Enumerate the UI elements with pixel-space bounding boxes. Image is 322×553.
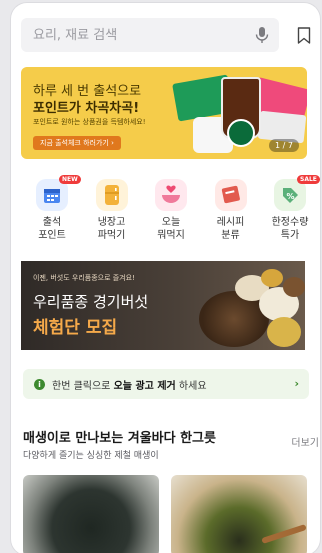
svg-text:%: % — [286, 192, 294, 201]
banner-cta-button[interactable]: 지금 출석체크 하러가기 › — [33, 136, 121, 150]
chevron-right-icon: › — [294, 377, 299, 390]
category-label: 한정수량 특가 — [271, 217, 309, 241]
app-screen: 하루 세 번 출석으로 포인트가 차곡차곡! 포인트로 원하는 상품권을 득템하… — [11, 3, 320, 553]
category-menu: NEW 출석 포인트 냉장고 파먹기 오늘 뭐먹지 레시피 분류 % SALE … — [27, 175, 320, 249]
category-label: 레시피 분류 — [216, 217, 245, 241]
category-sale[interactable]: % SALE 한정수량 특가 — [265, 175, 320, 249]
search-input[interactable] — [21, 18, 231, 52]
ad-remove-notice[interactable]: i 한번 클릭으로 오늘 광고 제거 하세요 › — [23, 369, 309, 399]
category-today[interactable]: 오늘 뭐먹지 — [146, 179, 196, 249]
sale-badge: SALE — [297, 175, 320, 184]
promo-line1: 이젠, 버섯도 우리품종으로 즐겨요! — [33, 274, 135, 282]
section-title: 매생이로 만나보는 겨울바다 한그릇 — [23, 431, 216, 446]
notice-text: 한번 클릭으로 오늘 광고 제거 하세요 — [52, 380, 207, 392]
mic-icon[interactable] — [255, 27, 269, 43]
section-subtitle: 다양하게 즐기는 싱싱한 제철 매생이 — [23, 451, 159, 461]
recipe-thumbnail[interactable] — [171, 475, 307, 553]
banner-line2: 포인트가 차곡차곡! — [33, 101, 140, 116]
search-box[interactable] — [21, 18, 279, 52]
new-badge: NEW — [59, 175, 81, 184]
mushroom-image — [261, 269, 283, 287]
promo-line3: 체험단 모집 — [33, 318, 118, 338]
recipe-thumbnail[interactable] — [23, 475, 159, 553]
category-recipe[interactable]: 레시피 분류 — [206, 179, 256, 249]
heart-bowl-icon — [155, 179, 187, 211]
search-row — [21, 18, 317, 52]
banner-page-counter: 1 / 7 — [269, 139, 299, 152]
coffee-logo-image — [227, 119, 255, 147]
category-label: 오늘 뭐먹지 — [157, 217, 185, 241]
fridge-icon — [95, 179, 128, 211]
category-label: 냉장고 파먹기 — [97, 217, 126, 241]
banner-line3: 포인트로 원하는 상품권을 득템하세요! — [33, 118, 146, 126]
attendance-banner[interactable]: 하루 세 번 출석으로 포인트가 차곡차곡! 포인트로 원하는 상품권을 득템하… — [21, 67, 307, 159]
promo-banner[interactable]: 이젠, 버섯도 우리품종으로 즐겨요! 우리품종 경기버섯 체험단 모집 — [21, 261, 305, 350]
spoon-image — [261, 524, 307, 544]
mushroom-image — [283, 277, 305, 297]
category-attendance[interactable]: NEW 출석 포인트 — [27, 175, 81, 249]
category-label: 출석 포인트 — [38, 217, 66, 241]
promo-line2: 우리품종 경기버섯 — [33, 293, 149, 311]
mushroom-image — [267, 317, 301, 347]
more-link[interactable]: 더보기 — [291, 434, 319, 449]
book-icon — [214, 179, 247, 211]
bookmark-icon[interactable] — [297, 27, 311, 44]
category-fridge[interactable]: 냉장고 파먹기 — [87, 179, 137, 249]
info-icon: i — [34, 378, 45, 390]
